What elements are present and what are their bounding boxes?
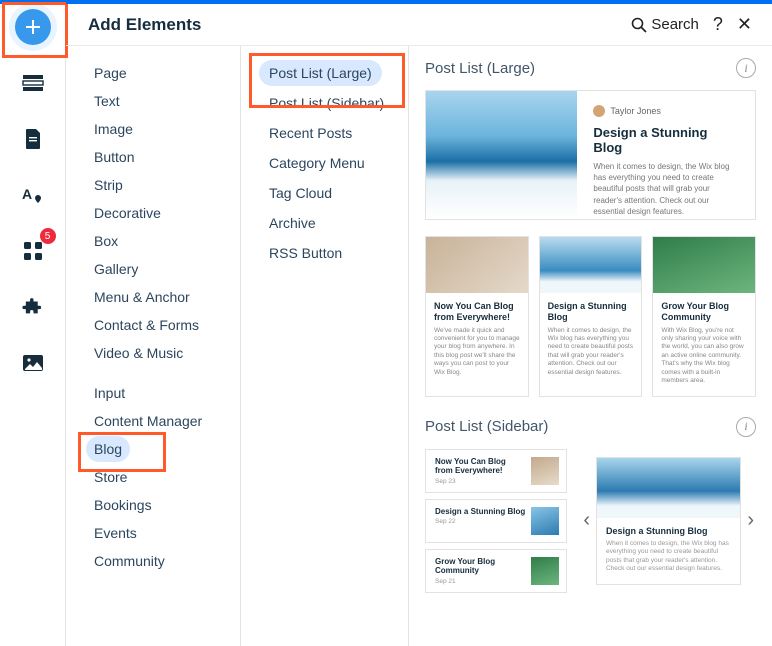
category-gallery[interactable]: Gallery xyxy=(86,256,146,282)
preview-side-list[interactable]: Now You Can Blog from Everywhere! Sep 23… xyxy=(425,449,567,593)
list-item: Design a Stunning Blog Sep 22 xyxy=(425,499,567,543)
preview-image xyxy=(540,237,642,293)
card-title: Grow Your Blog Community xyxy=(435,557,525,576)
subcat-category-menu[interactable]: Category Menu xyxy=(259,150,375,176)
categories-list: Page Text Image Button Strip Decorative … xyxy=(66,46,241,646)
card-title: Design a Stunning Blog xyxy=(593,125,739,155)
section-head-sidebar: Post List (Sidebar) i xyxy=(425,417,756,437)
help-button[interactable]: ? xyxy=(713,14,723,35)
search-label: Search xyxy=(651,16,699,33)
section-title: Post List (Sidebar) xyxy=(425,418,548,435)
carousel-prev[interactable]: ‹ xyxy=(581,509,592,532)
category-strip[interactable]: Strip xyxy=(86,172,131,198)
preview-panel: Post List (Large) i Taylor Jones Design … xyxy=(409,46,772,646)
subcat-recent-posts[interactable]: Recent Posts xyxy=(259,120,362,146)
category-blog[interactable]: Blog xyxy=(86,436,130,462)
category-input[interactable]: Input xyxy=(86,380,133,406)
category-content-manager[interactable]: Content Manager xyxy=(86,408,210,434)
theme-icon: A xyxy=(22,185,44,205)
subcat-rss-button[interactable]: RSS Button xyxy=(259,240,352,266)
preview-tri-card[interactable]: Now You Can Blog from Everywhere! We've … xyxy=(425,236,529,397)
card-title: Design a Stunning Blog xyxy=(606,526,731,536)
author-name: Taylor Jones xyxy=(610,106,661,116)
subcat-post-list-sidebar[interactable]: Post List (Sidebar) xyxy=(259,90,394,116)
card-title: Now You Can Blog from Everywhere! xyxy=(435,457,525,476)
card-title: Design a Stunning Blog xyxy=(435,507,525,517)
preview-image xyxy=(531,507,559,535)
carousel-next[interactable]: › xyxy=(745,509,756,532)
author: Taylor Jones xyxy=(593,105,739,117)
category-video-music[interactable]: Video & Music xyxy=(86,340,191,366)
category-community[interactable]: Community xyxy=(86,548,173,574)
category-contact-forms[interactable]: Contact & Forms xyxy=(86,312,207,338)
list-item: Now You Can Blog from Everywhere! Sep 23 xyxy=(425,449,567,493)
category-store[interactable]: Store xyxy=(86,464,135,490)
subcat-post-list-large[interactable]: Post List (Large) xyxy=(259,60,382,86)
add-elements-button[interactable] xyxy=(14,8,52,46)
category-text[interactable]: Text xyxy=(86,88,128,114)
plus-icon xyxy=(25,19,41,35)
info-icon[interactable]: i xyxy=(736,417,756,437)
card-body: We've made it quick and convenient for y… xyxy=(434,327,520,378)
section-head-large: Post List (Large) i xyxy=(425,58,756,78)
plugins-tool[interactable] xyxy=(14,288,52,326)
info-icon[interactable]: i xyxy=(736,58,756,78)
theme-tool[interactable]: A xyxy=(14,176,52,214)
search-icon xyxy=(631,17,647,33)
preview-image xyxy=(426,91,577,219)
category-page[interactable]: Page xyxy=(86,60,135,86)
preview-image xyxy=(531,557,559,585)
preview-image xyxy=(531,457,559,485)
search-button[interactable]: Search xyxy=(631,16,699,33)
preview-image xyxy=(426,237,528,293)
preview-tri-card[interactable]: Design a Stunning Blog When it comes to … xyxy=(539,236,643,397)
preview-tri-card[interactable]: Grow Your Blog Community With Wix Blog, … xyxy=(652,236,756,397)
category-button[interactable]: Button xyxy=(86,144,142,170)
section-icon xyxy=(22,74,44,92)
subcat-archive[interactable]: Archive xyxy=(259,210,326,236)
card-body: When it comes to design, the Wix blog ha… xyxy=(593,161,739,217)
svg-text:A: A xyxy=(22,186,32,202)
card-body: With Wix Blog, you're not only sharing y… xyxy=(661,327,747,386)
category-box[interactable]: Box xyxy=(86,228,126,254)
card-title: Grow Your Blog Community xyxy=(661,301,747,323)
panel-header: Add Elements Search ? ✕ xyxy=(66,0,772,46)
page-icon xyxy=(24,128,42,150)
puzzle-icon xyxy=(22,296,44,318)
card-body: When it comes to design, the Wix blog ha… xyxy=(548,327,634,378)
pages-tool[interactable] xyxy=(14,120,52,158)
card-title: Design a Stunning Blog xyxy=(548,301,634,323)
preview-image xyxy=(653,237,755,293)
avatar xyxy=(593,105,605,117)
card-title: Now You Can Blog from Everywhere! xyxy=(434,301,520,323)
card-body: When it comes to design, the Wix blog ha… xyxy=(606,540,731,574)
category-decorative[interactable]: Decorative xyxy=(86,200,169,226)
carousel-card: Design a Stunning Blog When it comes to … xyxy=(596,457,741,585)
subcat-tag-cloud[interactable]: Tag Cloud xyxy=(259,180,342,206)
card-date: Sep 22 xyxy=(435,518,525,525)
panel-title: Add Elements xyxy=(88,15,201,35)
apps-icon xyxy=(23,241,43,261)
preview-big-card[interactable]: Taylor Jones Design a Stunning Blog When… xyxy=(425,90,756,220)
subcategories-list: Post List (Large) Post List (Sidebar) Re… xyxy=(241,46,409,646)
category-events[interactable]: Events xyxy=(86,520,145,546)
card-date: Sep 21 xyxy=(435,578,525,585)
section-tool[interactable] xyxy=(14,64,52,102)
card-date: Sep 23 xyxy=(435,478,525,485)
category-image[interactable]: Image xyxy=(86,116,141,142)
apps-tool[interactable]: 5 xyxy=(14,232,52,270)
category-menu-anchor[interactable]: Menu & Anchor xyxy=(86,284,198,310)
media-icon xyxy=(22,354,44,372)
list-item: Grow Your Blog Community Sep 21 xyxy=(425,549,567,593)
apps-badge: 5 xyxy=(40,228,56,244)
preview-image xyxy=(597,458,740,518)
editor-toolbar: A 5 xyxy=(0,0,66,646)
category-bookings[interactable]: Bookings xyxy=(86,492,160,518)
preview-carousel[interactable]: ‹ Design a Stunning Blog When it comes t… xyxy=(581,457,756,585)
close-button[interactable]: ✕ xyxy=(737,14,752,35)
media-tool[interactable] xyxy=(14,344,52,382)
section-title: Post List (Large) xyxy=(425,60,535,77)
